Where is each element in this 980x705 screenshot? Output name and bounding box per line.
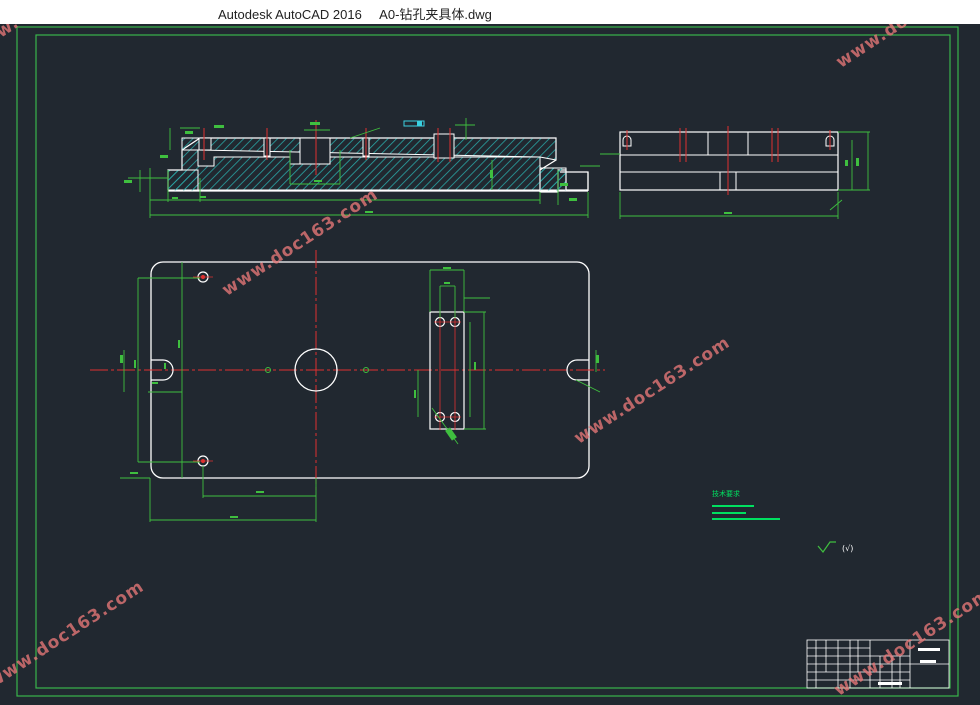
svg-text:(√): (√): [842, 544, 853, 553]
drawing-canvas[interactable]: 技术要求 (√) www.doc163.com www.doc163.com w…: [0, 24, 980, 705]
window-title: Autodesk AutoCAD 2016 A0-钻孔夹具体.dwg: [218, 7, 492, 22]
side-view: [600, 126, 870, 219]
inner-frame: [35, 34, 951, 689]
roughness-symbol: (√): [817, 541, 853, 553]
title-bar: Autodesk AutoCAD 2016 A0-钻孔夹具体.dwg: [0, 0, 980, 24]
outer-frame: [16, 26, 959, 697]
cad-drawing: 技术要求 (√): [16, 26, 959, 697]
svg-text:技术要求: 技术要求: [712, 489, 740, 498]
plan-view: [90, 250, 605, 522]
technical-notes: 技术要求: [712, 489, 780, 520]
